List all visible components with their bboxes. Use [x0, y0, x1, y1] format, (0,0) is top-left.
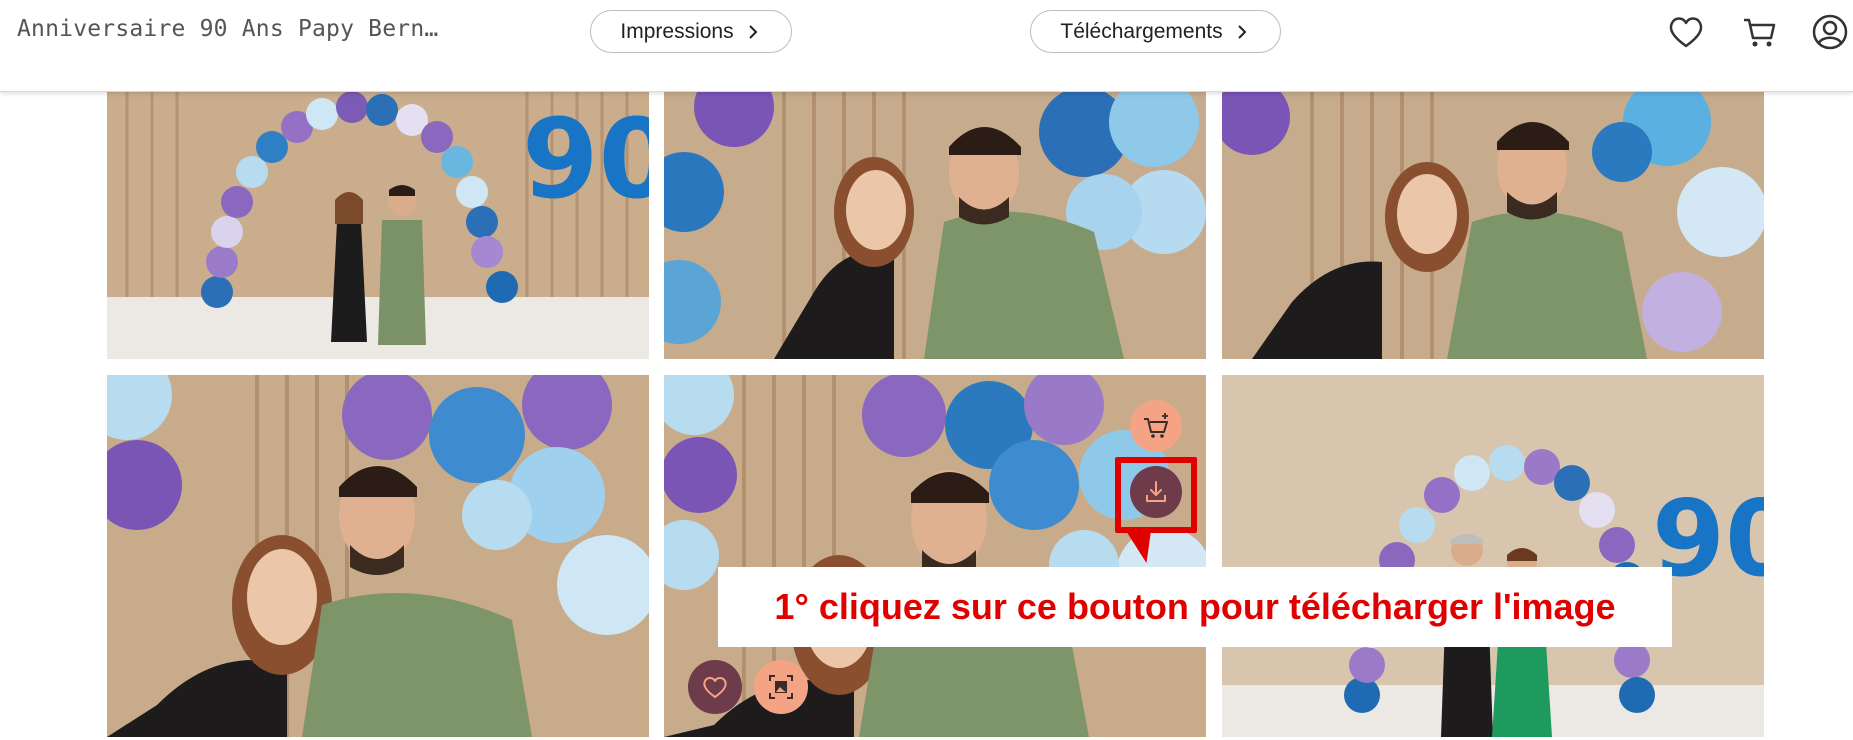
svg-text:90: 90: [522, 95, 649, 223]
album-title: Anniversaire 90 Ans Papy Bern…: [17, 16, 439, 42]
add-to-cart-button[interactable]: [1130, 400, 1182, 452]
cart-icon[interactable]: [1740, 12, 1780, 52]
add-to-cart-icon: [1144, 413, 1168, 438]
photo-4[interactable]: [107, 375, 649, 737]
photo-2[interactable]: [664, 92, 1206, 359]
photo-1[interactable]: 90: [107, 92, 649, 359]
heart-icon[interactable]: [1666, 12, 1706, 52]
favorite-icon: [703, 677, 727, 698]
prints-label: Impressions: [620, 19, 734, 43]
photo-6[interactable]: 90: [1222, 375, 1764, 737]
callout-text: 1° cliquez sur ce bouton pour télécharge…: [718, 567, 1672, 647]
chevron-right-icon: [1233, 23, 1251, 41]
favorite-button[interactable]: [688, 660, 742, 714]
photo-3[interactable]: [1222, 92, 1764, 359]
chevron-right-icon: [744, 23, 762, 41]
downloads-button[interactable]: Téléchargements: [1030, 10, 1281, 53]
prints-button[interactable]: Impressions: [590, 10, 792, 53]
frame-icon: [769, 675, 793, 699]
callout-highlight: [1115, 457, 1197, 533]
photo-5[interactable]: [664, 375, 1206, 737]
user-icon[interactable]: [1810, 12, 1850, 52]
top-bar: Anniversaire 90 Ans Papy Bern… Impressio…: [0, 0, 1853, 92]
downloads-label: Téléchargements: [1060, 19, 1223, 43]
frame-button[interactable]: [754, 660, 808, 714]
